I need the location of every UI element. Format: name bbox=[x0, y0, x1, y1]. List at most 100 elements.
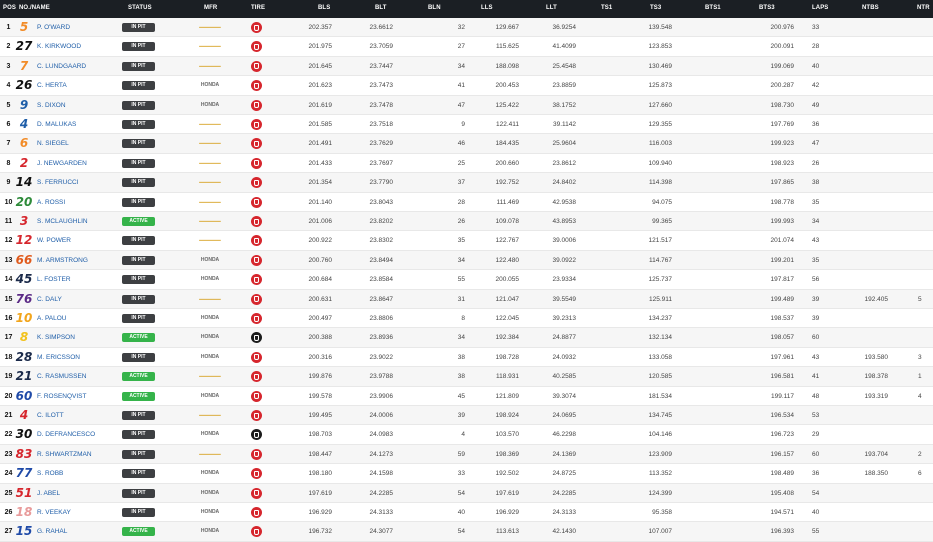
table-row[interactable]: 8 2 J. NEWGARDEN IN PIT ⸻ 201.433 23.7697 25 200… bbox=[0, 153, 933, 174]
driver-name-link[interactable]: J. NEWGARDEN bbox=[37, 154, 87, 173]
col-bts3[interactable]: BTS3 bbox=[759, 5, 775, 11]
alternate-tire-icon bbox=[251, 274, 262, 286]
driver-name-link[interactable]: D. MALUKAS bbox=[37, 115, 76, 134]
no-tow-rank bbox=[918, 309, 928, 328]
alternate-tire-icon bbox=[251, 448, 262, 460]
alternate-tire-icon bbox=[251, 196, 262, 208]
driver-name-link[interactable]: A. PALOU bbox=[37, 309, 67, 328]
table-row[interactable]: 6 4 D. MALUKAS IN PIT ⸻ 201.585 23.7518 9 122.41… bbox=[0, 115, 933, 135]
driver-name-link[interactable]: C. ILOTT bbox=[37, 406, 64, 425]
table-row[interactable]: 27 15 G. RAHAL ACTIVE HONDA 196.732 24.3077 54 1… bbox=[0, 522, 933, 542]
table-row[interactable]: 16 10 A. PALOU IN PIT HONDA 200.497 23.8806 8 12… bbox=[0, 309, 933, 329]
col-llt[interactable]: LLT bbox=[546, 5, 557, 11]
laps: 40 bbox=[812, 62, 820, 70]
col-lls[interactable]: LLS bbox=[481, 5, 493, 11]
table-row[interactable]: 13 66 M. ARMSTRONG IN PIT HONDA 200.760 23.849… bbox=[0, 250, 933, 271]
table-row[interactable]: 9 14 S. FERRUCCI IN PIT ⸻ 201.354 23.7790 37 192… bbox=[0, 173, 933, 193]
best-lap-speed: 198.447 bbox=[308, 450, 333, 458]
col-tire[interactable]: TIRE bbox=[251, 5, 265, 11]
driver-name-link[interactable]: L. FOSTER bbox=[37, 270, 71, 289]
table-row[interactable]: 2 27 K. KIRKWOOD IN PIT ⸻ 201.975 23.7059 27 115… bbox=[0, 37, 933, 57]
col-laps[interactable]: LAPS bbox=[812, 5, 828, 11]
driver-name-link[interactable]: R. SHWARTZMAN bbox=[37, 445, 92, 464]
car-number: 77 bbox=[15, 466, 33, 481]
driver-name-link[interactable]: S. MCLAUGHLIN bbox=[37, 212, 88, 231]
col-ntbs[interactable]: NTBS bbox=[862, 5, 879, 11]
last-lap-time: 23.8859 bbox=[552, 82, 577, 90]
driver-name-link[interactable]: C. HERTA bbox=[37, 76, 67, 95]
col-ntr[interactable]: NTR bbox=[917, 5, 930, 11]
best-lap-time: 23.7790 bbox=[369, 179, 394, 187]
table-row[interactable]: 18 28 M. ERICSSON IN PIT HONDA 200.316 23.9022… bbox=[0, 347, 933, 368]
driver-name-link[interactable]: S. DIXON bbox=[37, 96, 66, 115]
table-row[interactable]: 19 21 C. RASMUSSEN ACTIVE ⸻ 199.876 23.9788 38 1… bbox=[0, 367, 933, 387]
col-bts1[interactable]: BTS1 bbox=[705, 5, 721, 11]
table-row[interactable]: 17 8 K. SIMPSON ACTIVE HONDA 200.388 23.8936 34… bbox=[0, 328, 933, 348]
driver-name-link[interactable]: K. SIMPSON bbox=[37, 328, 75, 347]
driver-name-link[interactable]: R. VEEKAY bbox=[37, 503, 71, 522]
col-ts3[interactable]: TS3 bbox=[650, 5, 661, 11]
driver-name-link[interactable]: K. KIRKWOOD bbox=[37, 37, 81, 56]
chevrolet-logo-icon: ⸻ bbox=[198, 448, 222, 459]
table-row[interactable]: 5 9 S. DIXON IN PIT HONDA 201.619 23.7478 47 125… bbox=[0, 95, 933, 115]
table-row[interactable]: 11 3 S. MCLAUGHLIN ACTIVE ⸻ 201.006 23.8202 26 1… bbox=[0, 212, 933, 232]
driver-name-link[interactable]: N. SIEGEL bbox=[37, 134, 69, 153]
table-row[interactable]: 10 20 A. ROSSI IN PIT ⸻ 201.140 23.8043 28 111.4… bbox=[0, 192, 933, 212]
best-trap-speed-3: 199.117 bbox=[770, 392, 794, 400]
driver-name-link[interactable]: G. RAHAL bbox=[37, 522, 67, 541]
driver-name-link[interactable]: W. POWER bbox=[37, 231, 71, 250]
col-mfr[interactable]: MFR bbox=[204, 5, 217, 11]
driver-name-link[interactable]: C. DALY bbox=[37, 290, 62, 309]
driver-name-link[interactable]: F. ROSENQVIST bbox=[37, 387, 86, 406]
table-row[interactable]: 3 7 C. LUNDGAARD IN PIT ⸻ 201.645 23.7447 34 188… bbox=[0, 56, 933, 77]
col-ts1[interactable]: TS1 bbox=[601, 5, 612, 11]
table-row[interactable]: 14 45 L. FOSTER IN PIT HONDA 200.684 23.8584 55… bbox=[0, 270, 933, 290]
table-row[interactable]: 20 60 F. ROSENQVIST ACTIVE HONDA 199.578 23.99… bbox=[0, 386, 933, 406]
best-trap-speed-3: 196.581 bbox=[770, 373, 795, 381]
driver-name-link[interactable]: M. ARMSTRONG bbox=[37, 251, 88, 270]
honda-logo-icon: HONDA bbox=[200, 528, 220, 535]
col-no-name[interactable]: NO./NAME bbox=[19, 5, 50, 11]
table-row[interactable]: 21 4 C. ILOTT IN PIT ⸻ 199.495 24.0006 39 198.92… bbox=[0, 406, 933, 426]
table-row[interactable]: 25 51 J. ABEL IN PIT HONDA 197.619 24.2285 54 19… bbox=[0, 483, 933, 503]
driver-name-link[interactable]: J. ABEL bbox=[37, 484, 60, 503]
trap-speed-3: 132.134 bbox=[648, 334, 673, 342]
col-status[interactable]: STATUS bbox=[128, 5, 152, 11]
car-number: 30 bbox=[15, 427, 33, 442]
driver-name-link[interactable]: M. ERICSSON bbox=[37, 348, 80, 367]
best-lap-speed: 199.876 bbox=[308, 373, 333, 381]
last-lap-speed: 129.667 bbox=[495, 24, 520, 31]
table-row[interactable]: 1 5 P. O'WARD IN PIT ⸻ 202.357 23.6612 32 129.66… bbox=[0, 18, 933, 38]
best-lap-speed: 201.140 bbox=[308, 198, 333, 206]
best-lap-speed: 197.619 bbox=[308, 489, 333, 497]
best-lap-number: 40 bbox=[457, 509, 465, 516]
driver-name-link[interactable]: S. FERRUCCI bbox=[37, 173, 79, 192]
honda-logo-icon: HONDA bbox=[200, 334, 220, 341]
driver-name-link[interactable]: A. ROSSI bbox=[37, 193, 65, 212]
best-lap-time: 23.9906 bbox=[369, 392, 394, 400]
table-row[interactable]: 23 83 R. SHWARTZMAN IN PIT ⸻ 198.447 24.1273 59… bbox=[0, 444, 933, 465]
table-row[interactable]: 7 6 N. SIEGEL IN PIT ⸻ 201.491 23.7629 46 184.43… bbox=[0, 134, 933, 154]
best-trap-speed-3: 197.961 bbox=[770, 353, 795, 361]
best-lap-time: 24.1598 bbox=[369, 470, 394, 478]
driver-name-link[interactable]: C. RASMUSSEN bbox=[37, 367, 86, 386]
col-blt[interactable]: BLT bbox=[375, 5, 387, 11]
driver-name-link[interactable]: D. DEFRANCESCO bbox=[37, 425, 95, 444]
best-trap-speed-3: 198.489 bbox=[770, 470, 795, 478]
driver-name-link[interactable]: S. ROBB bbox=[37, 464, 63, 483]
table-row[interactable]: 22 30 D. DEFRANCESCO IN PIT HONDA 198.703 24.0… bbox=[0, 425, 933, 445]
table-row[interactable]: 4 26 C. HERTA IN PIT HONDA 201.623 23.7473 41 20… bbox=[0, 76, 933, 96]
table-row[interactable]: 26 18 R. VEEKAY IN PIT HONDA 196.929 24.3133 40… bbox=[0, 503, 933, 523]
table-row[interactable]: 24 77 S. ROBB IN PIT HONDA 198.180 24.1598 33 19… bbox=[0, 464, 933, 484]
table-row[interactable]: 12 12 W. POWER IN PIT ⸻ 200.922 23.8302 35 122.7… bbox=[0, 231, 933, 251]
driver-name-link[interactable]: C. LUNDGAARD bbox=[37, 57, 86, 76]
no-tow-best-speed bbox=[855, 522, 888, 541]
driver-name-link[interactable]: P. O'WARD bbox=[37, 18, 70, 37]
best-trap-speed-3: 198.923 bbox=[770, 159, 795, 167]
col-pos[interactable]: POS bbox=[3, 5, 16, 11]
table-row[interactable]: 15 76 C. DALY IN PIT ⸻ 200.631 23.8647 31 121.04… bbox=[0, 289, 933, 309]
position: 6 bbox=[6, 121, 11, 128]
col-bln[interactable]: BLN bbox=[428, 5, 441, 11]
col-bls[interactable]: BLS bbox=[318, 5, 330, 11]
status-badge: IN PIT bbox=[122, 23, 155, 32]
